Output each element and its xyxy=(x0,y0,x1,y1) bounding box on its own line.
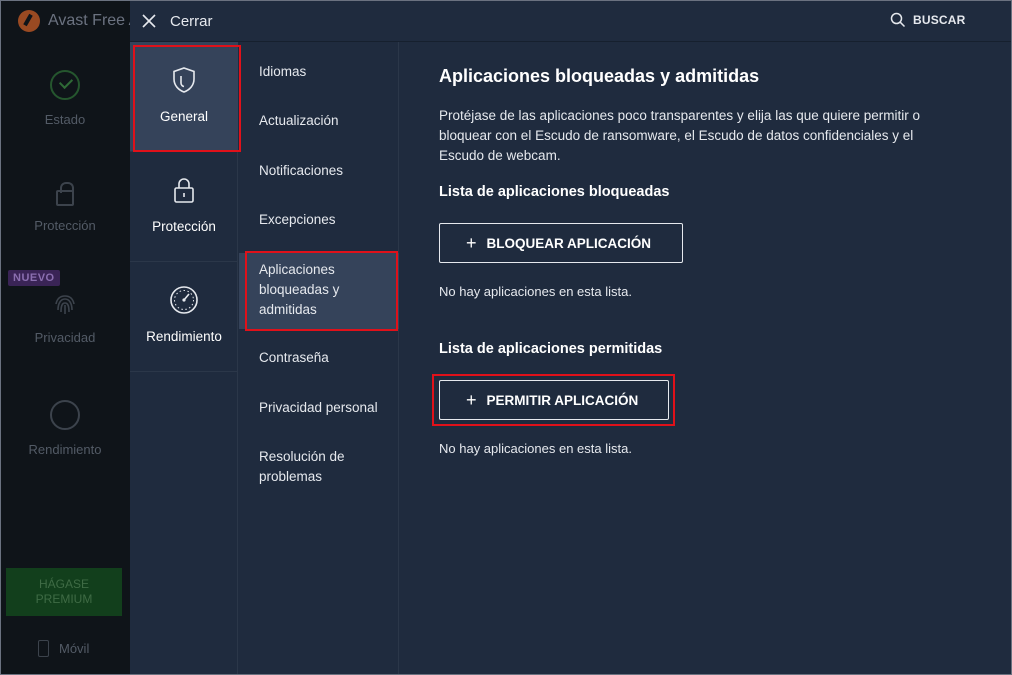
category-proteccion[interactable]: Protección xyxy=(130,152,238,262)
subsection-privacidad-personal[interactable]: Privacidad personal xyxy=(239,398,399,418)
background-nav-label: Privacidad xyxy=(34,330,96,345)
category-sidebar: General Protección Rendimiento xyxy=(130,42,238,675)
blocked-empty-message: No hay aplicaciones en esta lista. xyxy=(439,284,632,299)
subsection-idiomas[interactable]: Idiomas xyxy=(239,62,399,82)
background-app: Avast Free A Estado Protección NUEVO Pri… xyxy=(0,0,139,675)
premium-button-label: HÁGASE PREMIUM xyxy=(35,577,93,606)
search-button[interactable]: BUSCAR xyxy=(890,12,966,28)
settings-panel: Cerrar BUSCAR General Protección Rendimi… xyxy=(130,0,1012,675)
subsection-contrasena[interactable]: Contraseña xyxy=(239,348,399,368)
background-nav-label: Estado xyxy=(44,112,86,127)
search-icon xyxy=(890,12,906,28)
page-title: Aplicaciones bloqueadas y admitidas xyxy=(439,66,760,86)
category-label: Protección xyxy=(152,219,216,234)
speedometer-icon xyxy=(50,400,80,430)
avast-logo-icon xyxy=(18,10,40,32)
background-nav-label: Protección xyxy=(34,218,96,233)
background-nav-label: Rendimiento xyxy=(28,442,102,457)
block-app-button-label: BLOQUEAR APLICACIÓN xyxy=(486,235,652,251)
plus-icon: + xyxy=(466,233,477,253)
settings-topbar: Cerrar BUSCAR xyxy=(130,0,1012,42)
background-nav-estado: Estado xyxy=(0,70,130,127)
category-label: General xyxy=(159,109,209,124)
lock-icon xyxy=(174,178,194,203)
plus-icon: + xyxy=(466,390,477,410)
check-circle-icon xyxy=(50,70,80,100)
background-app-title: Avast Free A xyxy=(18,10,139,32)
category-rendimiento[interactable]: Rendimiento xyxy=(130,262,238,372)
allowed-list-heading: Lista de aplicaciones permitidas xyxy=(439,341,663,357)
page-description: Protéjase de las aplicaciones poco trans… xyxy=(439,108,921,163)
premium-button: HÁGASE PREMIUM xyxy=(6,568,122,616)
background-nav-privacidad: Privacidad xyxy=(0,290,130,345)
allow-app-button-label: PERMITIR APLICACIÓN xyxy=(486,392,639,408)
subsection-notificaciones[interactable]: Notificaciones xyxy=(239,161,399,181)
blocked-list-heading: Lista de aplicaciones bloqueadas xyxy=(439,184,670,200)
close-icon xyxy=(142,14,156,28)
subsection-list: Idiomas Actualización Notificaciones Exc… xyxy=(239,42,399,675)
background-nav-proteccion: Protección xyxy=(0,176,130,233)
new-badge: NUEVO xyxy=(8,270,60,286)
category-label: Rendimiento xyxy=(146,329,222,344)
close-label: Cerrar xyxy=(170,12,213,30)
shield-icon xyxy=(173,67,195,93)
background-nav-rendimiento: Rendimiento xyxy=(0,400,130,457)
subsection-actualizacion[interactable]: Actualización xyxy=(239,111,399,131)
fingerprint-icon xyxy=(55,295,75,314)
background-app-title-text: Avast Free A xyxy=(48,12,140,29)
allowed-empty-message: No hay aplicaciones en esta lista. xyxy=(439,441,632,456)
subsection-excepciones[interactable]: Excepciones xyxy=(239,210,399,230)
allow-app-button[interactable]: + PERMITIR APLICACIÓN xyxy=(439,380,669,420)
background-nav-label: Móvil xyxy=(59,641,90,656)
close-button[interactable]: Cerrar xyxy=(142,10,213,32)
speedometer-icon xyxy=(170,286,198,314)
phone-icon xyxy=(38,640,49,657)
subsection-resolucion-problemas[interactable]: Resolución de problemas xyxy=(239,447,399,487)
category-general[interactable]: General xyxy=(130,42,238,152)
lock-icon xyxy=(56,182,74,206)
block-app-button[interactable]: + BLOQUEAR APLICACIÓN xyxy=(439,223,683,263)
search-label: BUSCAR xyxy=(913,13,966,27)
subsection-aplicaciones-bloqueadas[interactable]: Aplicaciones bloqueadas y admitidas xyxy=(239,253,399,329)
background-nav-movil: Móvil xyxy=(38,640,89,657)
